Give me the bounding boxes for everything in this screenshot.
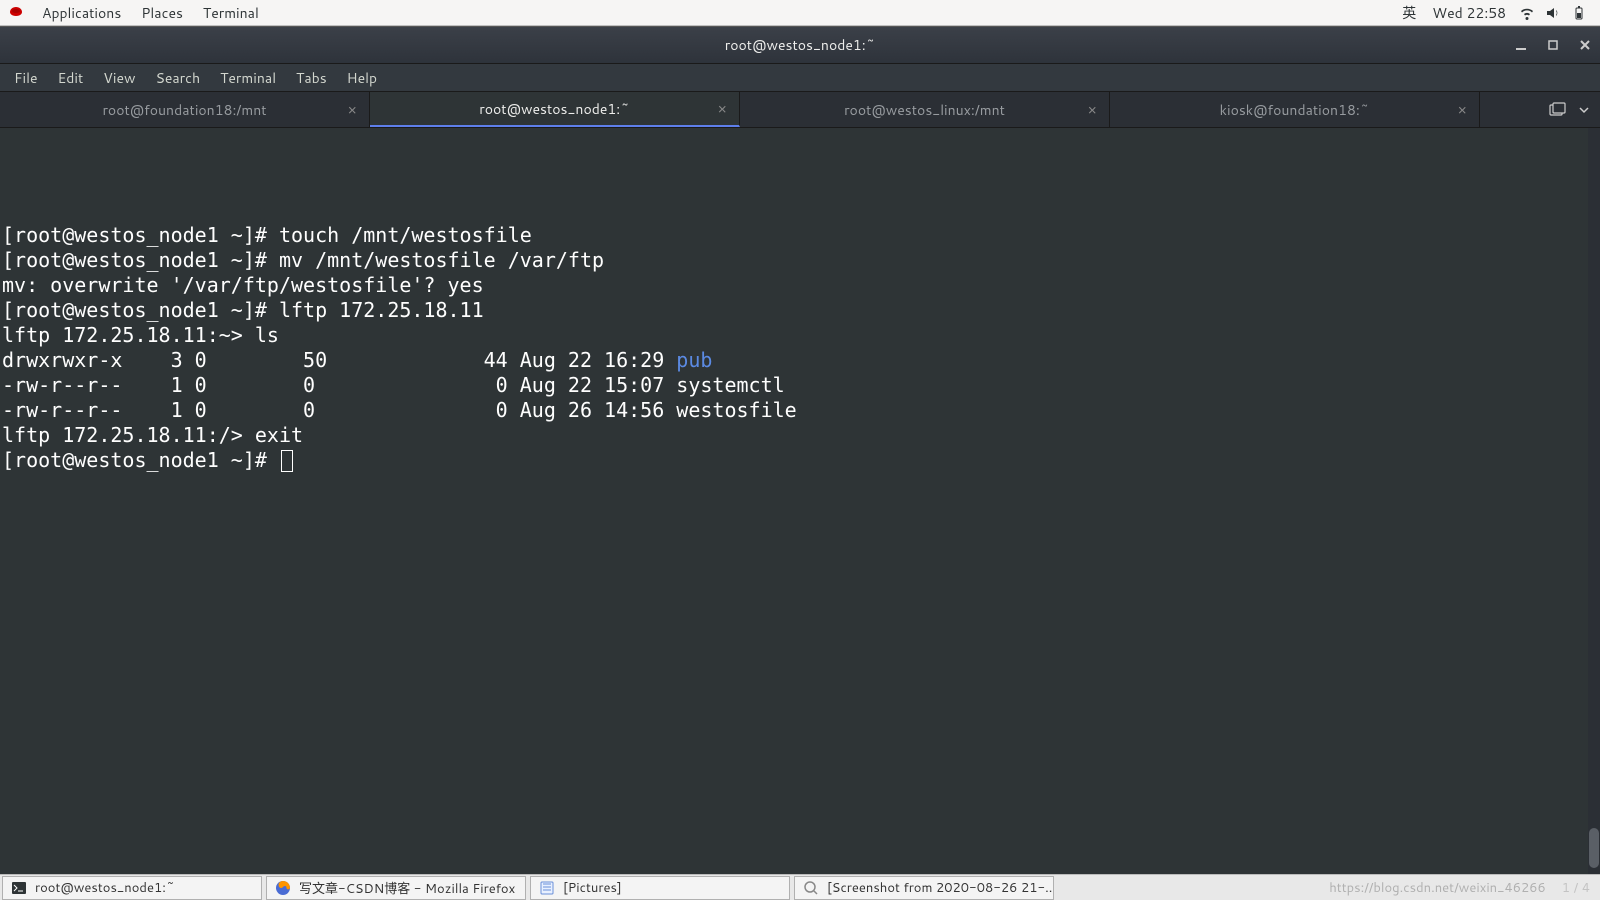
- image-viewer-icon: [803, 880, 819, 896]
- taskbar-item-label: root@westos_node1:~: [35, 879, 175, 897]
- desktop-taskbar: root@westos_node1:~ 写文章-CSDN博客 - Mozilla…: [0, 874, 1600, 900]
- tab-menu-chevron-down-icon[interactable]: [1578, 104, 1590, 116]
- clock[interactable]: Wed 22:58: [1424, 3, 1514, 23]
- tab-westos-node1[interactable]: root@westos_node1:~ ×: [370, 92, 740, 127]
- menu-applications[interactable]: Applications: [32, 3, 131, 23]
- menu-file[interactable]: File: [4, 68, 48, 88]
- tab-label: kiosk@foundation18:~: [1220, 100, 1370, 120]
- terminal-line: [root@westos_node1 ~]# mv /mnt/westosfil…: [2, 248, 604, 272]
- directory-name: pub: [676, 348, 712, 372]
- terminal-line: [root@westos_node1 ~]# lftp 172.25.18.11: [2, 298, 484, 322]
- tab-label: root@westos_node1:~: [479, 99, 629, 119]
- window-close-button[interactable]: [1576, 36, 1594, 54]
- terminal-line: lftp 172.25.18.11:~> ls: [2, 323, 279, 347]
- taskbar-item-pictures[interactable]: [Pictures]: [530, 876, 790, 900]
- window-titlebar: root@westos_node1:~: [0, 26, 1600, 64]
- menu-terminal-app[interactable]: Terminal: [210, 68, 286, 88]
- watermark-text: https://blog.csdn.net/weixin_46266: [1329, 879, 1552, 897]
- taskbar-item-screenshot[interactable]: [Screenshot from 2020-08-26 21-...: [794, 876, 1054, 900]
- terminal-prompt-line: [root@westos_node1 ~]#: [2, 448, 293, 472]
- menu-search[interactable]: Search: [146, 68, 211, 88]
- volume-icon[interactable]: [1544, 5, 1562, 21]
- taskbar-item-label: 写文章-CSDN博客 - Mozilla Firefox: [299, 878, 515, 898]
- tab-westos-linux-mnt[interactable]: root@westos_linux:/mnt ×: [740, 92, 1110, 127]
- terminal-tabbar: root@foundation18:/mnt × root@westos_nod…: [0, 92, 1600, 128]
- page-counter: 1 / 4: [1552, 879, 1600, 897]
- window-maximize-button[interactable]: [1544, 36, 1562, 54]
- window-minimize-button[interactable]: [1512, 36, 1530, 54]
- input-method-indicator[interactable]: 英: [1394, 3, 1424, 23]
- taskbar-item-label: [Screenshot from 2020-08-26 21-...: [827, 879, 1054, 897]
- window-title: root@westos_node1:~: [725, 35, 875, 55]
- tab-close-icon[interactable]: ×: [1457, 99, 1467, 120]
- tab-label: root@westos_linux:/mnt: [844, 100, 1005, 120]
- menu-terminal[interactable]: Terminal: [193, 3, 269, 23]
- power-battery-icon[interactable]: [1570, 5, 1588, 21]
- terminal-line: lftp 172.25.18.11:/> exit: [2, 423, 303, 447]
- menu-view[interactable]: View: [93, 68, 145, 88]
- terminal-scrollbar[interactable]: [1588, 128, 1600, 874]
- taskbar-item-terminal[interactable]: root@westos_node1:~: [2, 876, 262, 900]
- redhat-logo-icon: [8, 5, 24, 21]
- taskbar-item-firefox[interactable]: 写文章-CSDN博客 - Mozilla Firefox: [266, 876, 526, 900]
- terminal-app-icon: [11, 880, 27, 896]
- desktop-top-panel: Applications Places Terminal 英 Wed 22:58: [0, 0, 1600, 26]
- new-tab-icon[interactable]: [1548, 101, 1566, 119]
- menu-help[interactable]: Help: [337, 68, 387, 88]
- terminal-menubar: File Edit View Search Terminal Tabs Help: [0, 64, 1600, 92]
- tab-foundation18-mnt[interactable]: root@foundation18:/mnt ×: [0, 92, 370, 127]
- tab-close-icon[interactable]: ×: [717, 98, 727, 119]
- terminal-line: -rw-r--r-- 1 0 0 0 Aug 22 15:07 systemct…: [2, 373, 785, 397]
- menu-edit[interactable]: Edit: [48, 68, 94, 88]
- terminal-cursor: [281, 450, 293, 472]
- menu-tabs[interactable]: Tabs: [286, 68, 337, 88]
- taskbar-item-label: [Pictures]: [563, 879, 622, 897]
- tab-close-icon[interactable]: ×: [347, 99, 357, 120]
- terminal-line: mv: overwrite '/var/ftp/westosfile'? yes: [2, 273, 484, 297]
- terminal-output[interactable]: [root@westos_node1 ~]# touch /mnt/westos…: [0, 128, 1600, 874]
- scrollbar-thumb[interactable]: [1589, 828, 1599, 868]
- tab-label: root@foundation18:/mnt: [102, 100, 266, 120]
- terminal-line: [root@westos_node1 ~]# touch /mnt/westos…: [2, 223, 532, 247]
- tab-close-icon[interactable]: ×: [1087, 99, 1097, 120]
- firefox-icon: [275, 880, 291, 896]
- network-wifi-icon[interactable]: [1518, 5, 1536, 21]
- menu-places[interactable]: Places: [131, 3, 193, 23]
- terminal-line: -rw-r--r-- 1 0 0 0 Aug 26 14:56 westosfi…: [2, 398, 797, 422]
- terminal-line: drwxrwxr-x 3 0 50 44 Aug 22 16:29 pub: [2, 348, 712, 372]
- tab-kiosk-foundation18[interactable]: kiosk@foundation18:~ ×: [1110, 92, 1480, 127]
- folder-icon: [539, 880, 555, 896]
